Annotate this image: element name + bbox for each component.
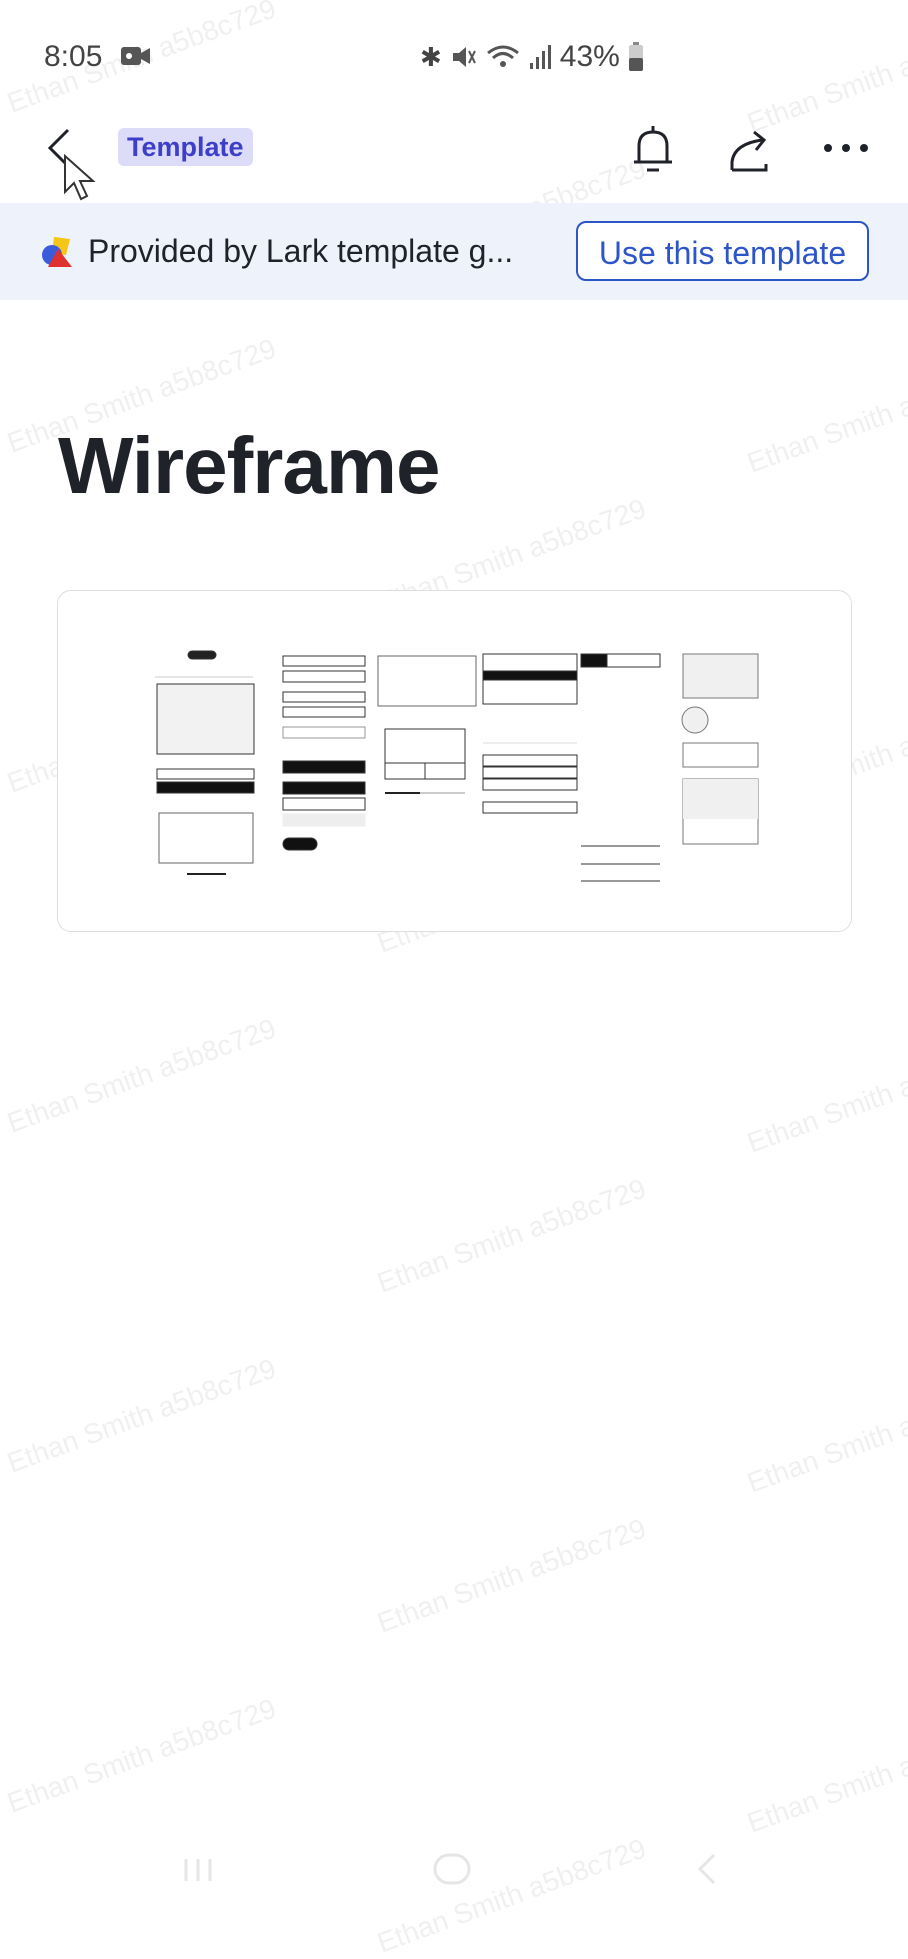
video-camera-icon [121,47,150,65]
status-icons: ✱ 43% [420,40,644,74]
status-time: 8:05 [44,40,103,73]
watermark: Ethan Smith a5b8c729 [743,352,908,479]
watermark: Ethan Smith a5b8c729 [743,1372,908,1499]
watermark: Ethan Smith a5b8c729 [3,1012,280,1139]
top-app-bar: Template [0,110,908,201]
signal-icon [529,45,551,69]
lark-logo-icon [42,237,72,267]
more-icon[interactable] [822,140,872,156]
provider-text[interactable]: Provided by Lark template g... [88,233,513,270]
wireframe-preview-image[interactable] [57,590,852,932]
watermark: Ethan Smith a5b8c729 [743,1032,908,1159]
template-provider-banner: Provided by Lark template g... Use this … [0,203,908,300]
watermark: Ethan Smith a5b8c729 [373,1512,650,1639]
page-title: Wireframe [58,421,441,510]
mute-icon [452,47,476,67]
battery-icon [628,42,643,71]
home-icon[interactable] [432,1851,472,1887]
watermark: Ethan Smith a5b8c729 [743,1712,908,1839]
system-nav-bar [0,1845,908,1895]
wireframe-thumbnail [155,650,759,882]
watermark: Ethan Smith a5b8c729 [373,1172,650,1299]
wifi-icon [486,45,519,67]
share-icon[interactable] [726,124,774,176]
bluetooth-icon: ✱ [420,41,442,72]
watermark: Ethan Smith a5b8c729 [3,1692,280,1819]
back-icon[interactable] [692,1851,722,1887]
recent-apps-icon[interactable] [180,1855,216,1885]
watermark: Ethan Smith a5b8c729 [3,1352,280,1479]
template-badge: Template [118,128,253,166]
status-bar: 8:05 ✱ 43% [0,30,908,82]
bell-icon[interactable] [630,124,676,176]
use-template-button[interactable]: Use this template [576,221,869,281]
mouse-cursor-icon [64,154,96,201]
battery-percent: 43% [559,40,620,73]
